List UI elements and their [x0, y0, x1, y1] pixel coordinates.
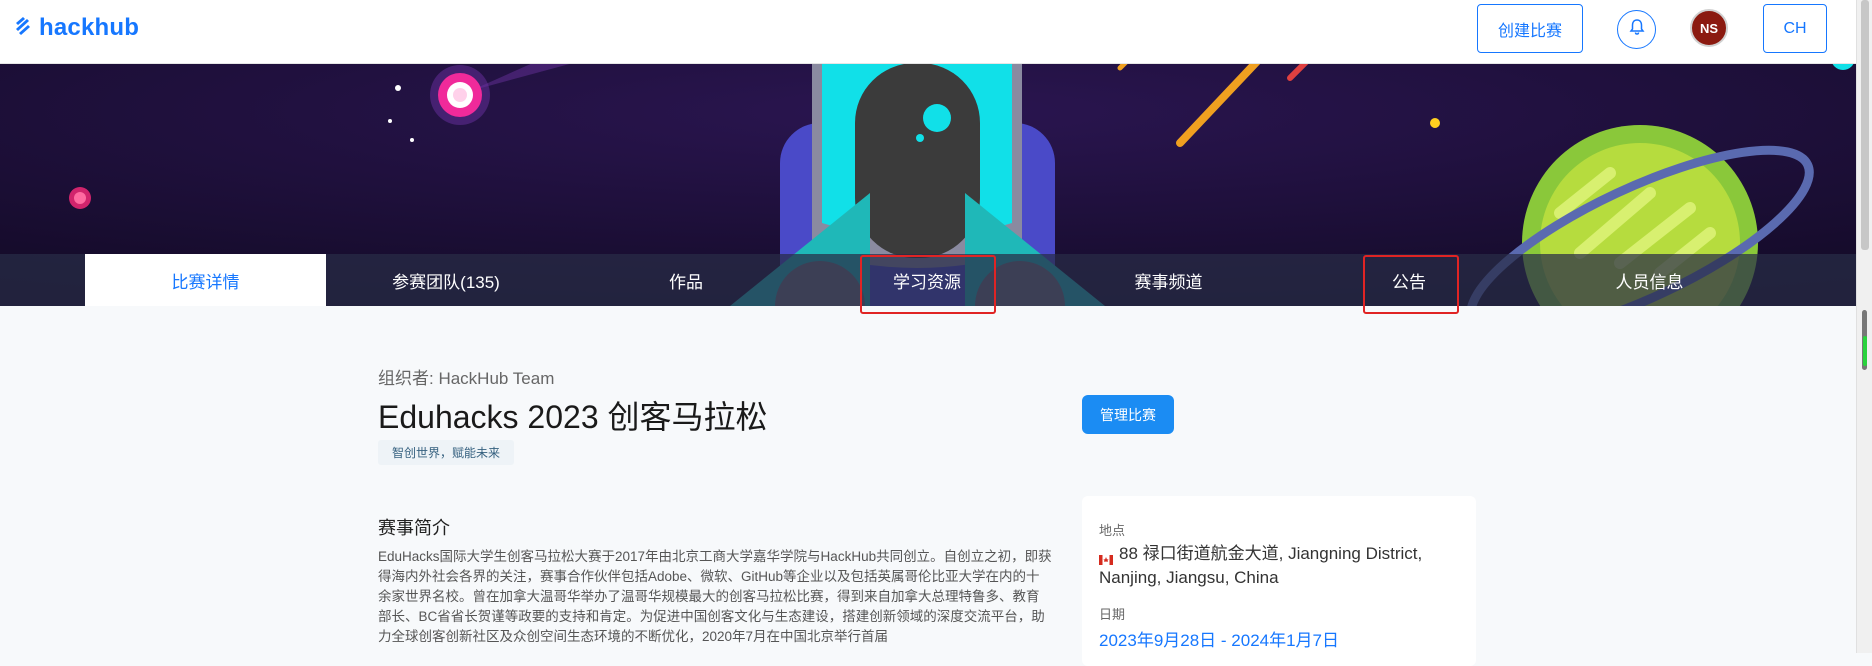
- intro-text: EduHacks国际大学生创客马拉松大赛于2017年由北京工商大学嘉华学院与Ha…: [378, 549, 1052, 644]
- competition-tabs: 比赛详情 参赛团队(135) 作品 学习资源 赛事频道 公告 人员信息: [0, 254, 1856, 306]
- location-label: 地点: [1099, 523, 1126, 538]
- organizer-label: 组织者: HackHub Team: [378, 369, 555, 388]
- tab-teams[interactable]: 参赛团队(135): [326, 254, 566, 306]
- create-competition-button[interactable]: 创建比赛: [1477, 4, 1583, 53]
- location-text: 88 禄口街道航金大道, Jiangning District, Nanjing…: [1099, 544, 1423, 587]
- notifications-button[interactable]: [1617, 10, 1656, 49]
- scrollbar-track-segment: [1861, 0, 1869, 250]
- canada-flag-icon: [1099, 548, 1113, 565]
- tab-learning-resources[interactable]: 学习资源: [806, 254, 1048, 306]
- event-info-card: 地点 88 禄口街道航金大道, Jiangning District, Nanj…: [1082, 496, 1476, 666]
- date-value: 2023年9月28日 - 2024年1月7日: [1099, 631, 1340, 650]
- page-title: Eduhacks 2023 创客马拉松: [378, 399, 768, 435]
- logo-text: hackhub: [39, 14, 140, 41]
- bell-icon: [1628, 18, 1646, 41]
- tab-event-channel[interactable]: 赛事频道: [1048, 254, 1289, 306]
- tab-works[interactable]: 作品: [566, 254, 806, 306]
- scrollbar-indicator: [1863, 336, 1867, 366]
- logo[interactable]: hackhub: [13, 14, 139, 42]
- tab-details[interactable]: 比赛详情: [85, 254, 326, 306]
- location-value: 88 禄口街道航金大道, Jiangning District, Nanjing…: [1099, 542, 1459, 590]
- user-avatar[interactable]: NS: [1690, 9, 1728, 47]
- tab-member-info[interactable]: 人员信息: [1529, 254, 1770, 306]
- theme-tag: 智创世界，赋能未来: [378, 440, 515, 465]
- intro-heading: 赛事简介: [378, 518, 450, 538]
- tab-announcements[interactable]: 公告: [1289, 254, 1529, 306]
- page-scrollbar[interactable]: [1856, 0, 1872, 653]
- language-button[interactable]: CH: [1763, 4, 1827, 53]
- hackhub-logo-icon: [13, 15, 33, 42]
- manage-competition-button[interactable]: 管理比赛: [1082, 395, 1174, 434]
- top-navbar: hackhub 创建比赛 NS CH: [0, 0, 1856, 64]
- date-label: 日期: [1099, 607, 1126, 622]
